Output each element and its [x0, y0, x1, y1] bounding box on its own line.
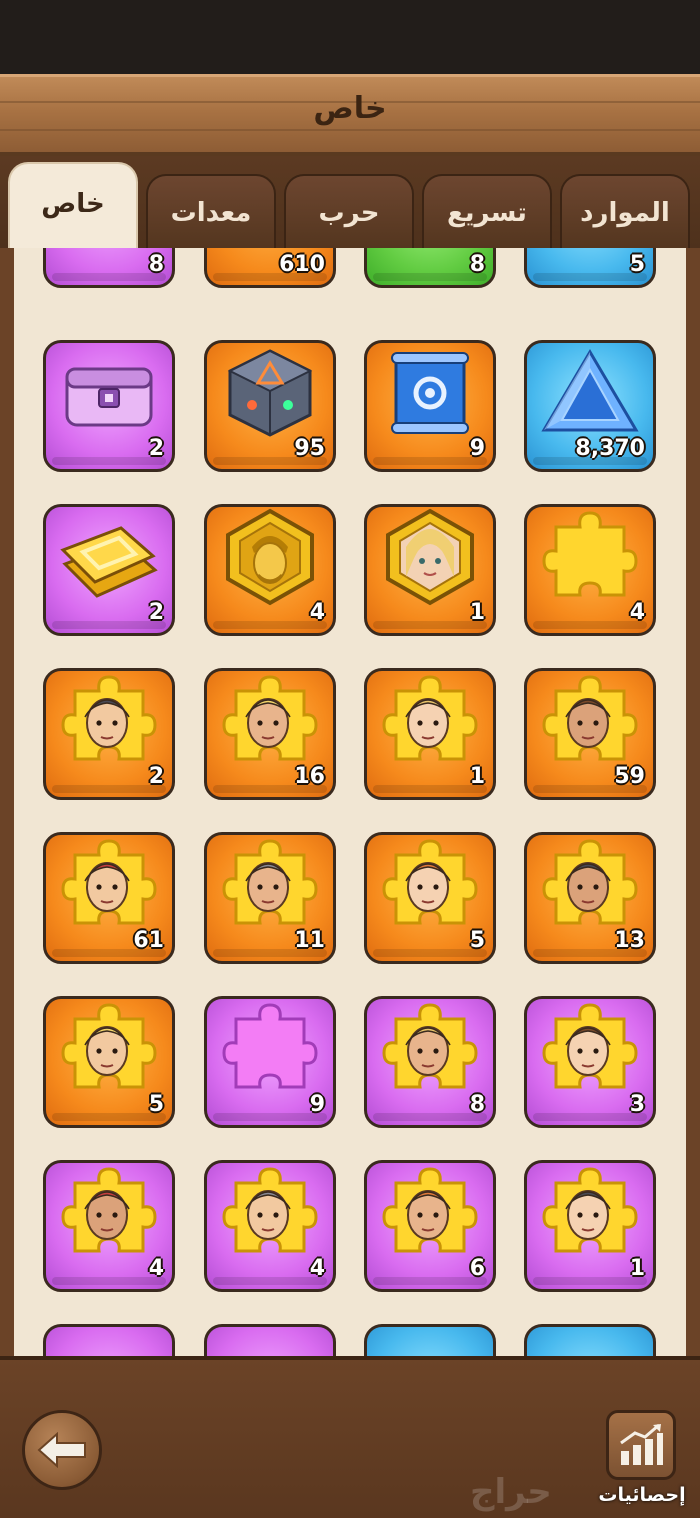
hero-puzzle-icon — [378, 1163, 482, 1275]
inventory-item[interactable]: 3 — [524, 996, 656, 1128]
inventory-item[interactable]: 16 — [204, 668, 336, 800]
item-quantity: 13 — [614, 928, 645, 953]
back-button[interactable] — [22, 1410, 102, 1490]
item-quantity: 9 — [469, 436, 485, 461]
inventory-item[interactable]: 9 — [364, 340, 496, 472]
hero-medal-female-icon — [382, 507, 478, 617]
inventory-panel: 8 610 8 5 2 95 9 8,370 2 4 1 4 2 16 1 59 61 11 5 13 5 9 8 3 4 4 6 1 — [0, 248, 700, 1356]
inventory-item[interactable]: 4 — [524, 504, 656, 636]
bottom-bar: حراج إحصائيات — [0, 1356, 700, 1518]
inventory-item[interactable]: 2 — [43, 668, 175, 800]
item-quantity: 1 — [469, 764, 485, 789]
item-quantity: 8,370 — [575, 436, 645, 461]
tab-speedups[interactable]: تسريع — [422, 174, 552, 248]
item-quantity: 4 — [309, 600, 325, 625]
header-board: خاص — [0, 74, 700, 156]
inventory-item[interactable]: 61 — [43, 832, 175, 964]
inventory-item[interactable] — [364, 1324, 496, 1356]
item-quantity: 8 — [469, 252, 485, 277]
item-quantity: 2 — [148, 600, 164, 625]
inventory-item[interactable]: 6 — [364, 1160, 496, 1292]
page-title: خاص — [313, 91, 387, 126]
item-quantity: 4 — [309, 1256, 325, 1281]
item-quantity: 5 — [148, 1092, 164, 1117]
inventory-item[interactable]: 4 — [43, 1160, 175, 1292]
item-quantity: 5 — [469, 928, 485, 953]
inventory-item[interactable] — [43, 1324, 175, 1356]
item-quantity: 61 — [133, 928, 164, 953]
item-quantity: 4 — [629, 600, 645, 625]
inventory-grid: 8 610 8 5 2 95 9 8,370 2 4 1 4 2 16 1 59 61 11 5 13 5 9 8 3 4 4 6 1 — [14, 248, 686, 1356]
blueprint-scroll-icon — [382, 345, 478, 451]
golden-puzzle-icon — [538, 507, 642, 619]
status-bar-area — [0, 0, 700, 74]
watermark: حراج — [470, 1472, 552, 1512]
hero-puzzle-icon — [538, 999, 642, 1111]
stats-chart-icon — [620, 1423, 663, 1465]
item-quantity: 9 — [309, 1092, 325, 1117]
inventory-item[interactable]: 13 — [524, 832, 656, 964]
item-quantity: 610 — [279, 252, 325, 277]
arrow-left-icon — [37, 1432, 86, 1468]
item-quantity: 59 — [614, 764, 645, 789]
hero-puzzle-icon — [378, 671, 482, 783]
hero-puzzle-icon — [378, 999, 482, 1111]
chest-icon — [61, 353, 157, 443]
hero-puzzle-icon — [538, 1163, 642, 1275]
inventory-item[interactable]: 1 — [524, 1160, 656, 1292]
pink-puzzle-icon — [218, 999, 322, 1111]
inventory-item[interactable]: 95 — [204, 340, 336, 472]
item-quantity: 95 — [294, 436, 325, 461]
inventory-item[interactable]: 8 — [43, 248, 175, 288]
item-quantity: 5 — [629, 252, 645, 277]
inventory-item[interactable]: 5 — [43, 996, 175, 1128]
inventory-item[interactable]: 5 — [364, 832, 496, 964]
inventory-item[interactable]: 2 — [43, 340, 175, 472]
stats-button[interactable] — [606, 1410, 676, 1480]
inventory-item[interactable]: 4 — [204, 1160, 336, 1292]
item-quantity: 16 — [294, 764, 325, 789]
crystal-triangle-icon — [540, 348, 640, 448]
inventory-item[interactable]: 9 — [204, 996, 336, 1128]
inventory-item[interactable]: 1 — [364, 668, 496, 800]
hero-puzzle-icon — [218, 1163, 322, 1275]
inventory-item[interactable] — [524, 1324, 656, 1356]
item-quantity: 1 — [629, 1256, 645, 1281]
inventory-item[interactable]: 8 — [364, 248, 496, 288]
tab-equipment[interactable]: معدات — [146, 174, 276, 248]
hero-puzzle-icon — [378, 835, 482, 947]
tab-war[interactable]: حرب — [284, 174, 414, 248]
tab-bar: الموارد تسريع حرب معدات خاص — [0, 156, 700, 248]
hero-puzzle-icon — [57, 999, 161, 1111]
inventory-item[interactable]: 59 — [524, 668, 656, 800]
gold-bars-icon — [57, 512, 161, 612]
inventory-item[interactable]: 4 — [204, 504, 336, 636]
item-quantity: 3 — [629, 1092, 645, 1117]
inventory-item[interactable]: 8,370 — [524, 340, 656, 472]
inventory-item[interactable]: 8 — [364, 996, 496, 1128]
item-quantity: 2 — [148, 764, 164, 789]
tab-resources[interactable]: الموارد — [560, 174, 690, 248]
inventory-item[interactable]: 2 — [43, 504, 175, 636]
inventory-item[interactable]: 610 — [204, 248, 336, 288]
item-quantity: 2 — [148, 436, 164, 461]
item-quantity: 11 — [294, 928, 325, 953]
item-quantity: 4 — [148, 1256, 164, 1281]
hero-puzzle-icon — [57, 671, 161, 783]
item-quantity: 8 — [469, 1092, 485, 1117]
inventory-item[interactable] — [204, 1324, 336, 1356]
hero-medal-male-icon — [222, 507, 318, 617]
inventory-item[interactable]: 5 — [524, 248, 656, 288]
item-quantity: 1 — [469, 600, 485, 625]
inventory-item[interactable]: 1 — [364, 504, 496, 636]
stats-label: إحصائيات — [598, 1484, 686, 1506]
tab-special[interactable]: خاص — [8, 162, 138, 248]
item-quantity: 8 — [148, 252, 164, 277]
item-quantity: 6 — [469, 1256, 485, 1281]
hero-puzzle-icon — [57, 1163, 161, 1275]
inventory-item[interactable]: 11 — [204, 832, 336, 964]
